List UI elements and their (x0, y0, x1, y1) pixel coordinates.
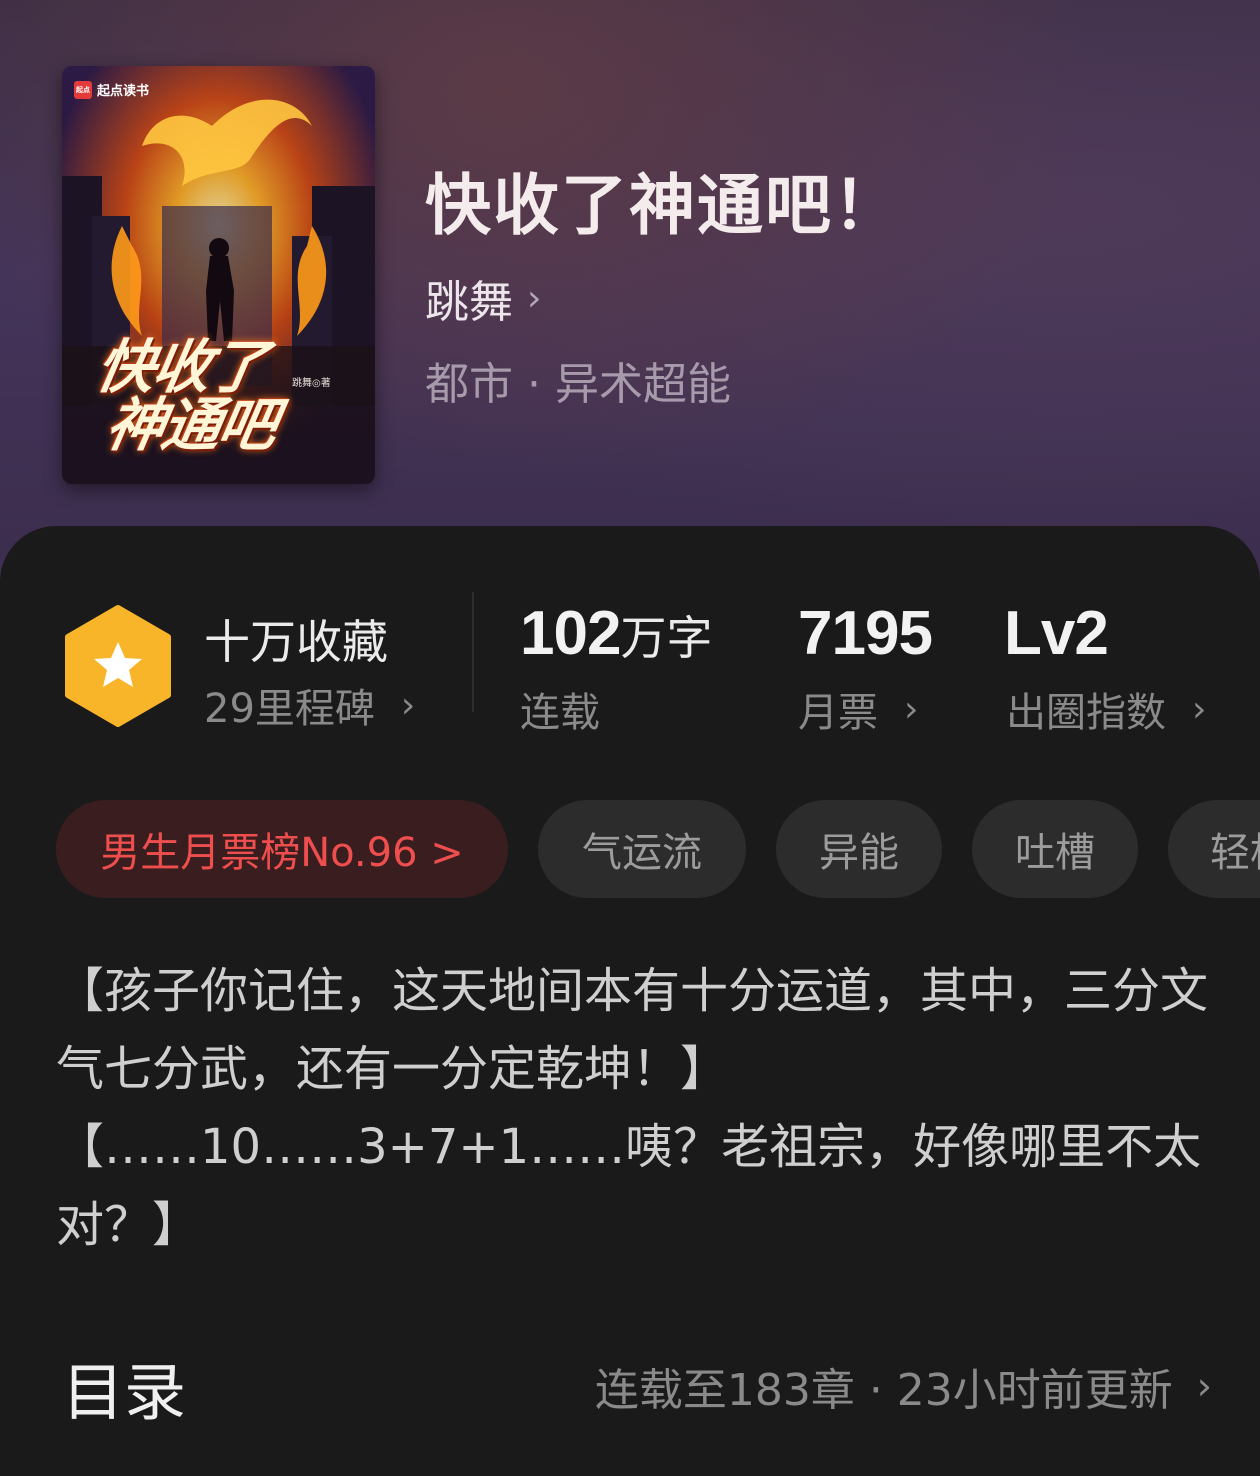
cover-title: 快收了 神通吧 (82, 333, 290, 459)
monthly-votes-label: 月票 (798, 690, 878, 736)
brand-logo-icon: 起点 (74, 80, 92, 99)
rank-tag[interactable]: 男生月票榜No.96 > (56, 800, 508, 898)
tag-chip[interactable]: 异能 (776, 800, 942, 898)
stats-divider (472, 592, 474, 712)
monthly-votes-number: 7195 (798, 599, 933, 668)
tag-chip[interactable]: 气运流 (538, 800, 746, 898)
word-count-number: 102 (520, 599, 621, 668)
breakout-index-link[interactable]: 出圈指数 › (1006, 680, 1206, 738)
chevron-right-icon: › (1196, 1364, 1212, 1408)
milestone-label: 29里程碑 (204, 686, 375, 732)
cover-author-mark: 跳舞◎著 (292, 378, 331, 389)
monthly-votes-link[interactable]: 月票 › (798, 680, 918, 738)
tag-chip[interactable]: 吐槽 (972, 800, 1138, 898)
tag-chip[interactable]: 轻松 (1168, 800, 1260, 898)
cover-brand-name: 起点读书 (97, 84, 150, 99)
breakout-level: Lv2 (1004, 598, 1109, 669)
chevron-right-icon: › (527, 277, 542, 319)
status-label: 连载 (520, 680, 600, 738)
chevron-right-icon: › (904, 688, 919, 730)
author-link[interactable]: 跳舞 › (425, 266, 541, 330)
book-title: 快收了神通吧！ (425, 166, 901, 244)
book-header: 起点 起点读书 快收了 神通吧 跳舞◎著 快收了神通吧！ 跳舞 › 都市 · 异… (0, 0, 1260, 600)
word-count: 102万字 (520, 598, 712, 669)
stats-row: 十万收藏 29里程碑 › 102万字 连载 7195 月票 › Lv2 出圈指数… (0, 526, 1260, 756)
status-text: 连载 (520, 690, 600, 736)
cover-title-line2: 神通吧 (100, 391, 281, 459)
toc-title: 目录 (62, 1356, 187, 1429)
breakout-index-label: 出圈指数 (1006, 690, 1166, 736)
word-count-unit: 万字 (620, 611, 713, 665)
author-name: 跳舞 (425, 277, 513, 328)
collection-label: 十万收藏 (204, 615, 388, 669)
toc-update-info: 连载至183章 · 23小时前更新 › (595, 1354, 1212, 1418)
detail-panel: 十万收藏 29里程碑 › 102万字 连载 7195 月票 › Lv2 出圈指数… (0, 526, 1260, 1476)
chevron-right-icon: › (400, 684, 416, 726)
synopsis-paragraph: 【……10……3+7+1……咦？老祖宗，好像哪里不太对？】 (56, 1119, 1202, 1253)
table-of-contents-row[interactable]: 目录 连载至183章 · 23小时前更新 › (62, 1342, 1212, 1429)
toc-update-text: 连载至183章 · 23小时前更新 (594, 1365, 1173, 1416)
breakout-level-value: Lv2 (1004, 599, 1109, 668)
chevron-right-icon: › (1192, 688, 1207, 730)
monthly-votes: 7195 (798, 598, 933, 669)
cover-brand: 起点 起点读书 (74, 80, 149, 99)
tag-row: 男生月票榜No.96 > 气运流 异能 吐槽 轻松 (0, 800, 1260, 898)
book-genre: 都市 · 异术超能 (425, 359, 731, 410)
book-cover[interactable]: 起点 起点读书 快收了 神通吧 跳舞◎著 (62, 66, 375, 484)
star-hexagon-icon (65, 605, 171, 727)
synopsis-paragraph: 【孩子你记住，这天地间本有十分运道，其中，三分文气七分武，还有一分定乾坤！】 (56, 963, 1209, 1097)
milestone-link[interactable]: 29里程碑 › (204, 676, 415, 734)
synopsis[interactable]: 【孩子你记住，这天地间本有十分运道，其中，三分文气七分武，还有一分定乾坤！】 【… (56, 952, 1216, 1264)
